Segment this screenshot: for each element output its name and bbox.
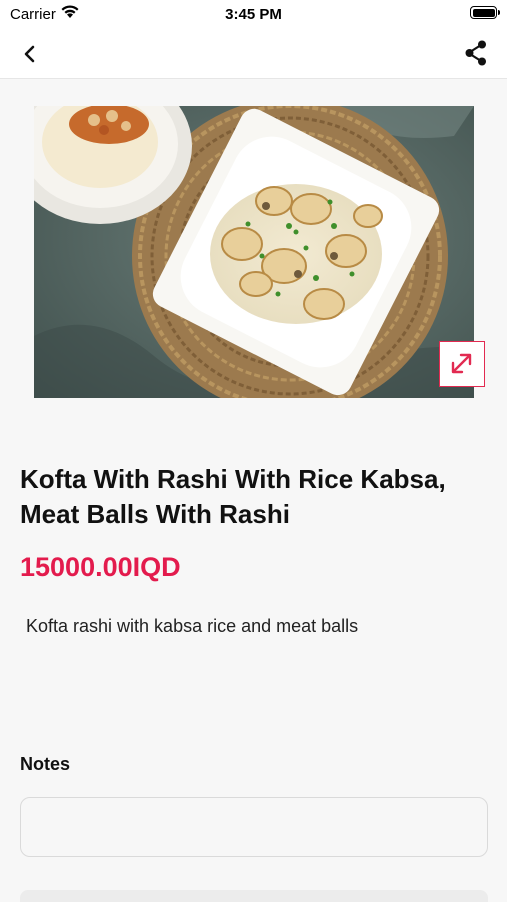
bottom-panel-edge [20, 890, 488, 902]
product-price: 15000.00IQD [20, 552, 181, 582]
expand-image-button[interactable] [439, 341, 485, 387]
notes-label: Notes [20, 754, 71, 774]
share-icon [465, 40, 486, 66]
chevron-left-icon [24, 45, 35, 63]
share-button[interactable] [461, 38, 491, 68]
notes-input[interactable] [20, 797, 488, 857]
product-description: Kofta rashi with kabsa rice and meat bal… [26, 616, 359, 636]
expand-icon [451, 353, 472, 374]
back-button[interactable] [14, 40, 46, 68]
status-bar: Carrier 3:45 PM [0, 0, 507, 30]
navigation-bar [0, 30, 507, 79]
status-time: 3:45 PM [225, 6, 282, 23]
product-title: Kofta With Rashi With Rice Kabsa, Meat B… [20, 464, 446, 529]
battery-icon [470, 6, 500, 19]
product-image[interactable] [34, 106, 474, 398]
